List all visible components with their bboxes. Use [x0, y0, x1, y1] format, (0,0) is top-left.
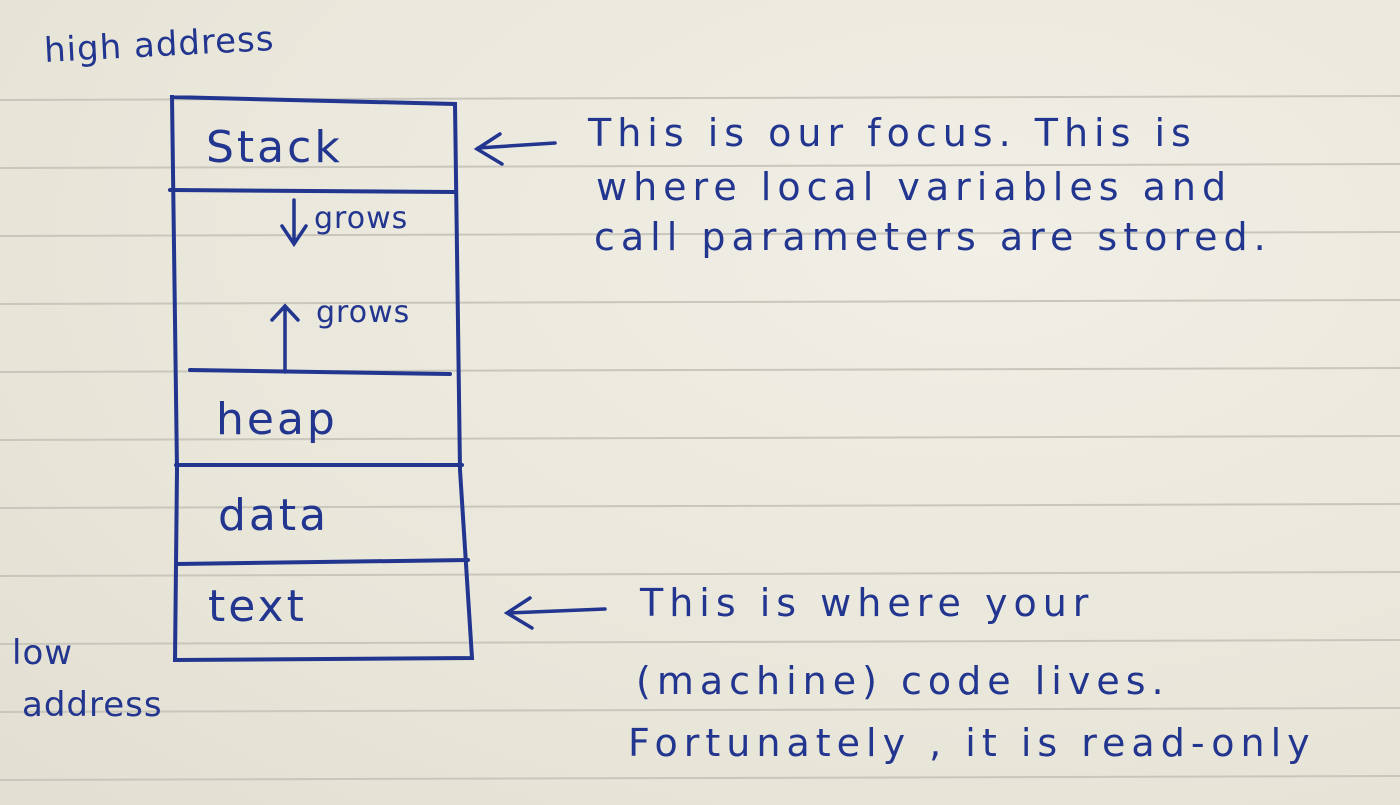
stack-note-line3: call parameters are stored.: [594, 215, 1272, 259]
segment-heap-label: heap: [216, 394, 338, 445]
stack-note-line1: This is our focus. This is: [588, 111, 1197, 155]
growth-arrows: [270, 198, 308, 374]
stack-grows-label: grows: [314, 201, 409, 236]
stack-note-line2: where local variables and: [596, 165, 1233, 209]
segment-stack-label: Stack: [206, 122, 343, 173]
text-pointer-arrow: [503, 596, 607, 630]
heap-grows-up-arrow: [270, 303, 300, 374]
pointer-arrows: [473, 132, 607, 630]
data-bottom-divider: [174, 558, 470, 566]
stack-divider: [168, 188, 457, 194]
segment-text-label: text: [208, 581, 307, 632]
text-note-line3: Fortunately , it is read-only: [628, 721, 1316, 765]
heap-grows-label: grows: [316, 295, 411, 330]
low-address-label-line1: low: [12, 633, 74, 673]
text-note-line1: This is where your: [640, 581, 1095, 625]
low-address-label-line2: address: [22, 685, 163, 725]
text-note-line2: (machine) code lives.: [636, 659, 1170, 703]
segment-data-label: data: [218, 490, 330, 541]
stack-pointer-arrow: [473, 132, 557, 166]
stack-grows-down-arrow: [280, 198, 308, 248]
